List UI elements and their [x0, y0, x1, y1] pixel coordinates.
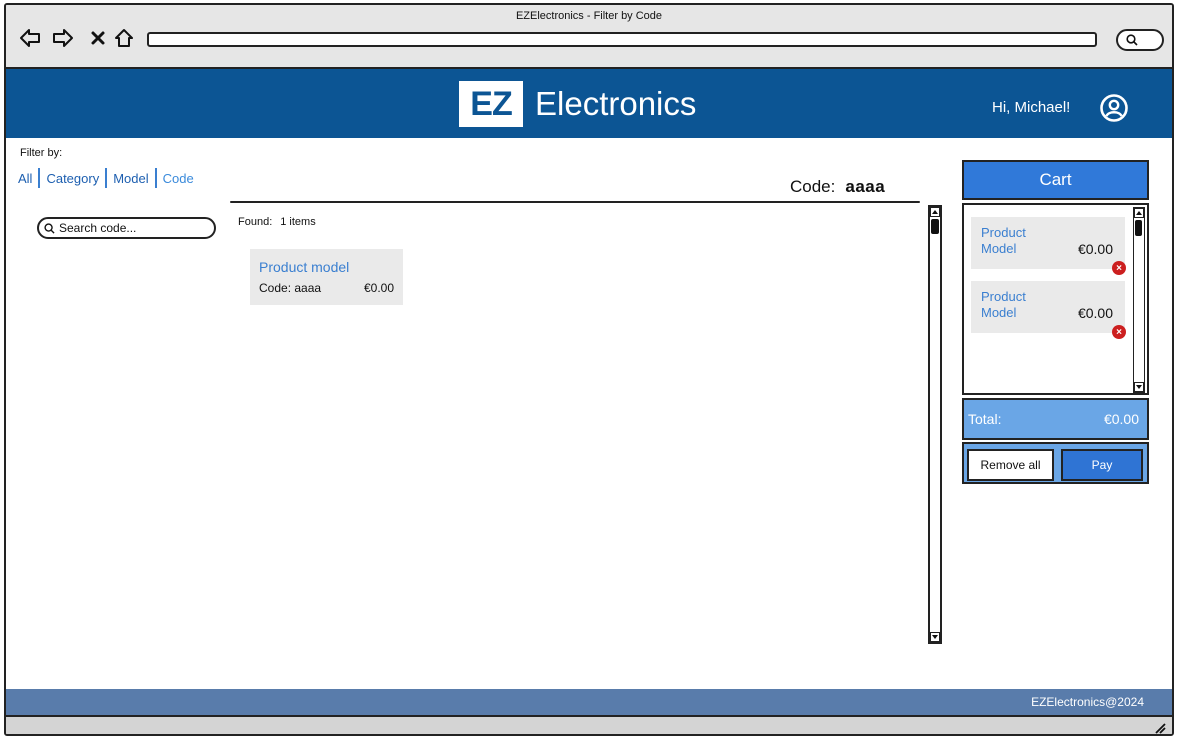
user-greeting: Hi, Michael!	[992, 99, 1071, 116]
cart-item-price: €0.00	[1077, 305, 1113, 321]
remove-item-icon[interactable]: ×	[1112, 325, 1126, 339]
close-icon[interactable]	[86, 27, 110, 49]
user-profile-icon[interactable]	[1099, 93, 1129, 123]
footer: EZElectronics@2024	[6, 689, 1172, 715]
browser-window: EZElectronics - Filter by Code EZ Electr…	[4, 3, 1174, 736]
search-input[interactable]	[59, 221, 199, 235]
remove-item-icon[interactable]: ×	[1112, 261, 1126, 275]
filter-code[interactable]: Code	[163, 171, 200, 186]
cart-scrollbar[interactable]	[1133, 207, 1145, 393]
window-title: EZElectronics - Filter by Code	[515, 10, 663, 22]
filter-all[interactable]: All	[18, 171, 38, 186]
filter-label: Filter by:	[20, 147, 63, 159]
cart-item: Product Model €0.00 ×	[971, 217, 1126, 275]
search-icon	[44, 222, 55, 234]
filter-category[interactable]: Category	[46, 171, 105, 186]
remove-all-button[interactable]: Remove all	[967, 449, 1054, 481]
cart-actions: Remove all Pay	[962, 442, 1149, 484]
app-header: EZ Electronics Hi, Michael!	[6, 69, 1172, 138]
results-count: Found: 1 items	[238, 216, 316, 228]
cart-header: Cart	[962, 160, 1149, 200]
cart-item: Product Model €0.00 ×	[971, 281, 1126, 339]
footer-copyright: EZElectronics@2024	[1031, 695, 1144, 709]
cart-total: Total: €0.00	[962, 398, 1149, 440]
filter-divider	[154, 168, 157, 188]
product-code: Code: aaaa	[259, 281, 322, 295]
filter-divider	[38, 168, 41, 188]
cart-item-price: €0.00	[1077, 241, 1113, 257]
found-count: 1 items	[280, 216, 316, 228]
product-price: €0.00	[363, 281, 394, 295]
found-label: Found:	[238, 216, 273, 228]
pay-button[interactable]: Pay	[1061, 449, 1143, 481]
scroll-down-arrow-icon[interactable]	[930, 632, 940, 642]
forward-icon[interactable]	[51, 27, 75, 49]
scroll-down-arrow-icon[interactable]	[1134, 382, 1144, 392]
home-icon[interactable]	[112, 27, 136, 49]
filter-divider	[105, 168, 108, 188]
product-model[interactable]: Product model	[259, 259, 394, 275]
search-icon	[1126, 34, 1138, 46]
cart-list: Product Model €0.00 × Product Model €0.0…	[962, 203, 1149, 395]
code-filter-label: Code:	[790, 177, 836, 196]
address-bar[interactable]	[147, 32, 1097, 47]
cart-item-model[interactable]: Product Model	[981, 225, 1041, 257]
browser-status-bar	[6, 715, 1172, 734]
code-filter-heading: Code: aaaa	[790, 177, 885, 197]
content-divider	[230, 201, 920, 203]
logo-mark: EZ	[459, 81, 523, 127]
filter-tabs: All Category Model Code	[18, 168, 200, 188]
back-icon[interactable]	[18, 27, 42, 49]
logo[interactable]: EZ Electronics	[459, 81, 696, 127]
code-filter-value: aaaa	[845, 177, 886, 196]
scroll-thumb[interactable]	[1135, 220, 1142, 236]
browser-toolbar: EZElectronics - Filter by Code	[6, 5, 1172, 69]
total-value: €0.00	[1103, 411, 1139, 427]
cart-item-model[interactable]: Product Model	[981, 289, 1041, 321]
results-scrollbar[interactable]	[928, 205, 942, 644]
logo-text: Electronics	[535, 85, 697, 122]
browser-search-button[interactable]	[1116, 29, 1164, 51]
scroll-thumb[interactable]	[931, 219, 939, 234]
filter-model[interactable]: Model	[113, 171, 154, 186]
search-box[interactable]	[37, 217, 216, 239]
resize-grip-icon[interactable]	[1152, 720, 1166, 734]
scroll-up-arrow-icon[interactable]	[1134, 208, 1144, 218]
total-label: Total:	[968, 411, 1002, 427]
scroll-up-arrow-icon[interactable]	[930, 207, 940, 217]
product-card[interactable]: Product model Code: aaaa €0.00	[250, 249, 403, 305]
